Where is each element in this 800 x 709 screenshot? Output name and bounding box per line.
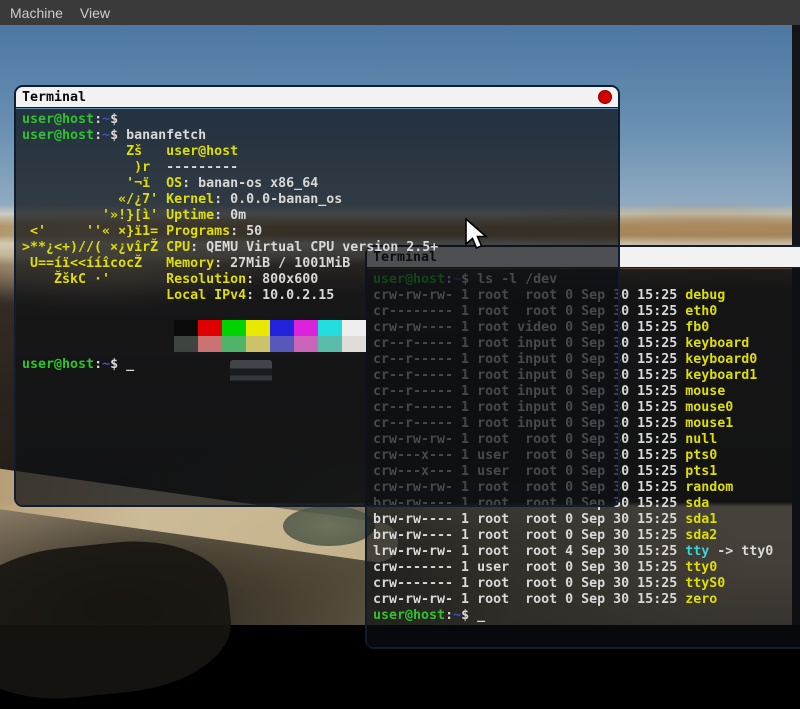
terminal-line: '»!}[ì' Uptime: 0m [22,208,618,224]
terminal-content[interactable]: user@host:~$user@host:~$ bananfetch Zš u… [16,109,618,505]
color-swatch [270,336,294,352]
terminal-line: '¬ï OS: banan-os x86_64 [22,176,618,192]
color-swatch [222,336,246,352]
terminal-line: <' ''« ×}ï1= Programs: 50 [22,224,618,240]
color-swatch [294,336,318,352]
terminal-line: Zš user@host [22,144,618,160]
mouse-cursor-icon [464,218,490,256]
color-swatch [246,336,270,352]
color-swatch [198,336,222,352]
menu-item-machine[interactable]: Machine [10,5,63,21]
fetch-output: user@host:~$user@host:~$ bananfetch Zš u… [22,112,618,320]
terminal-line: brw-rw---- 1 root root 0 Sep 30 15:25 sd… [373,512,800,528]
terminal-line: user@host:~$ bananfetch [22,128,618,144]
terminal-line: >**¿<+)//( ×¿vîrŽ CPU: QEMU Virtual CPU … [22,240,618,256]
rocks-bottom-left [0,531,237,708]
color-swatch [222,320,246,336]
color-swatch [318,336,342,352]
color-swatch [342,320,366,336]
color-swatch [174,320,198,336]
color-swatch [294,320,318,336]
window-titlebar[interactable]: Terminal [16,87,618,108]
terminal-line: crw------- 1 user root 0 Sep 30 15:25 tt… [373,560,800,576]
color-swatch [246,320,270,336]
prompt-line: user@host:~$ _ [22,357,618,373]
terminal-line: brw-rw---- 1 root root 0 Sep 30 15:25 sd… [373,528,800,544]
terminal-line: user@host:~$ [22,112,618,128]
terminal-line: Local IPv4: 10.0.2.15 [22,288,618,304]
close-button[interactable] [598,90,612,104]
color-swatch [342,336,366,352]
terminal-line: U==íï<<ííîcocŽ Memory: 27MiB / 1001MiB [22,256,618,272]
color-swatch [270,320,294,336]
terminal-line: lrw-rw-rw- 1 root root 4 Sep 30 15:25 tt… [373,544,800,560]
color-swatch [318,320,342,336]
terminal-line: crw-rw-rw- 1 root root 0 Sep 30 15:25 ze… [373,592,800,608]
window-title: Terminal [22,90,86,105]
terminal-line: «/¿7' Kernel: 0.0.0-banan_os [22,192,618,208]
color-swatch [198,320,222,336]
color-palette-row [174,320,618,336]
terminal-line: ŽškC ·' Resolution: 800x600 [22,272,618,288]
terminal-window-1: Terminal user@host:~$user@host:~$ bananf… [14,85,620,507]
terminal-line: user@host:~$ _ [373,608,800,624]
terrain-patch [283,506,375,546]
color-palette-row [174,336,618,352]
color-swatch [174,336,198,352]
menu-item-view[interactable]: View [80,5,110,21]
menu-bar: Machine View [0,0,800,25]
terminal-line [22,304,618,320]
terminal-line: crw------- 1 root root 0 Sep 30 15:25 tt… [373,576,800,592]
terminal-line: user@host:~$ _ [22,357,618,373]
terminal-line: )r --------- [22,160,618,176]
